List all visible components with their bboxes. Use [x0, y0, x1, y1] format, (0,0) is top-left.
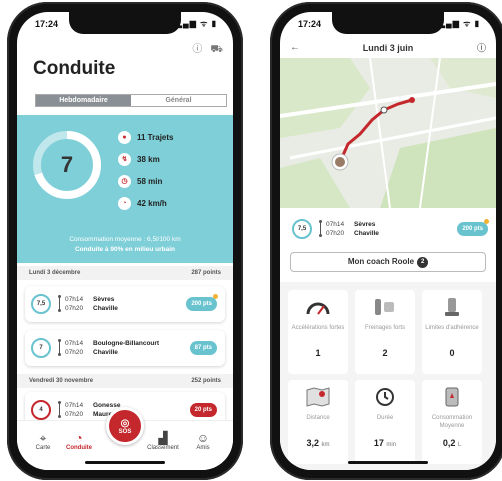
- route-map[interactable]: [280, 58, 496, 208]
- trip-score: 7,5: [292, 219, 312, 239]
- help-icon[interactable]: ⓘ: [477, 38, 486, 58]
- stats-list: ● 11 Trajets ↯ 38 km ◷ 58 min ◔ 42 km/h: [118, 127, 173, 215]
- map-icon: [288, 380, 348, 414]
- trip-score: 7,5: [31, 294, 51, 314]
- points-badge: 200 pts: [457, 219, 489, 236]
- tile-freinages: Freinages forts 2: [355, 290, 415, 374]
- home-indicator: [85, 461, 165, 464]
- phone-right: 17:24 ▂▄▆ ᯤ ▮ ← Lundi 3 juin ⓘ 7,5 07h14…: [270, 2, 502, 480]
- top-icons: ⓘ ⛟: [184, 40, 223, 57]
- points-badge: 200 pts: [186, 294, 218, 311]
- period-selector: Hebdomadaire Général: [35, 94, 227, 107]
- page-title: Lundi 3 juin: [362, 43, 414, 53]
- tab-conduite[interactable]: ◔ Conduite: [59, 431, 99, 451]
- tile-consommation: Consommation Moyenne 0,2 L: [422, 380, 482, 464]
- tab-carte[interactable]: ⌖ Carte: [23, 431, 63, 451]
- coach-badge: 2: [417, 257, 429, 268]
- trip-detail-screen: 17:24 ▂▄▆ ᯤ ▮ ← Lundi 3 juin ⓘ 7,5 07h14…: [280, 12, 496, 470]
- trip-score: 7: [31, 338, 51, 358]
- sos-button[interactable]: ◎ SOS: [106, 407, 144, 445]
- points-badge: 20 pts: [189, 403, 217, 417]
- tab-hebdomadaire[interactable]: Hebdomadaire: [36, 95, 131, 106]
- tab-classement[interactable]: ▟ Classement: [143, 431, 183, 451]
- help-icon[interactable]: ⓘ: [192, 40, 202, 55]
- trip-score: 4: [31, 400, 51, 420]
- pin-icon: ●: [118, 131, 131, 144]
- consumption-line: Consommation moyenne : 6,5l/100 km: [69, 236, 181, 243]
- tab-general[interactable]: Général: [131, 95, 226, 106]
- stats-grid: Accélérations fortes 1 Freinages forts 2…: [280, 282, 496, 470]
- section-header: Vendredi 30 novembre 252 points: [17, 374, 233, 388]
- location-icon: ⌖: [39, 431, 47, 445]
- score-value: 7: [60, 152, 74, 177]
- trip-summary: 7,5 07h14 07h20 Sèvres Chaville 200 pts: [286, 214, 490, 246]
- trip-card: 7,5 07h14 07h20 Sèvres Chaville 200 pts: [286, 214, 490, 244]
- tile-accelerations: Accélérations fortes 1: [288, 290, 348, 374]
- clock-icon: ◷: [118, 175, 131, 188]
- consumption-info: Consommation moyenne : 6,5l/100 km Condu…: [17, 235, 233, 255]
- speedometer-icon: [288, 290, 348, 324]
- stat-distance: ↯ 38 km: [118, 149, 173, 170]
- tab-amis[interactable]: ☺ Amis: [183, 431, 223, 451]
- back-arrow-icon[interactable]: ←: [290, 38, 300, 58]
- speedometer-icon: ◔: [118, 197, 131, 210]
- status-bar: 17:24 ▂▄▆ ᯤ ▮: [17, 19, 233, 31]
- trip-card[interactable]: 7,5 07h14 07h20 Sèvres Chaville 200 pts: [25, 286, 225, 322]
- page-title: Conduite: [33, 58, 116, 79]
- stat-speed: ◔ 42 km/h: [118, 193, 173, 214]
- brake-icon: [355, 290, 415, 324]
- tile-duree: Durée 17 min: [355, 380, 415, 464]
- route-line: [58, 295, 61, 312]
- route-line: [58, 401, 61, 418]
- notification-dot: [213, 294, 218, 299]
- header: ← Lundi 3 juin ⓘ: [280, 38, 496, 58]
- route-line: [58, 339, 61, 356]
- phone-left: 17:24 ▂▄▆ ᯤ ▮ ⓘ ⛟ Conduite Hebdomadaire G…: [7, 2, 243, 480]
- clock-icon: [355, 380, 415, 414]
- podium-icon: ▟: [158, 431, 168, 445]
- urban-line: Conduite à 90% en milieu urbain: [74, 246, 176, 253]
- coach-button[interactable]: Mon coach Roole 2: [290, 252, 486, 272]
- friends-icon: ☺: [196, 431, 210, 445]
- route-line: [319, 220, 322, 237]
- status-icons: ▂▄▆ ᯤ ▮: [175, 19, 217, 28]
- car-icon[interactable]: ⛟: [210, 44, 223, 57]
- status-time: 17:24: [35, 19, 59, 29]
- status-time: 17:24: [298, 19, 322, 29]
- points-badge: 87 pts: [189, 341, 217, 355]
- section-header: Lundi 3 décembre 287 points: [17, 266, 233, 280]
- tile-distance: Distance 3,2 km: [288, 380, 348, 464]
- fuel-icon: [422, 380, 482, 414]
- tile-adherence: Limites d'adhérence 0: [422, 290, 482, 374]
- lifebuoy-icon: ◎: [120, 418, 130, 429]
- route-icon: ↯: [118, 153, 131, 166]
- status-bar: 17:24 ▂▄▆ ᯤ ▮: [280, 19, 496, 31]
- speedometer-icon: ◔: [75, 431, 83, 445]
- weekly-summary: 7 ● 11 Trajets ↯ 38 km ◷ 58 min ◔ 42 km/h Co…: [17, 115, 233, 263]
- stat-duration: ◷ 58 min: [118, 171, 173, 192]
- trip-card[interactable]: 7 07h14 07h20 Boulogne-Billancourt Chavill…: [25, 330, 225, 366]
- conduite-screen: 17:24 ▂▄▆ ᯤ ▮ ⓘ ⛟ Conduite Hebdomadaire G…: [17, 12, 233, 470]
- stage: 17:24 ▂▄▆ ᯤ ▮ ⓘ ⛟ Conduite Hebdomadaire G…: [0, 0, 502, 481]
- notification-dot: [484, 219, 489, 224]
- tyre-icon: [422, 290, 482, 324]
- status-icons: ▂▄▆ ᯤ ▮: [438, 19, 480, 28]
- home-indicator: [348, 461, 428, 464]
- stat-trips: ● 11 Trajets: [118, 127, 173, 148]
